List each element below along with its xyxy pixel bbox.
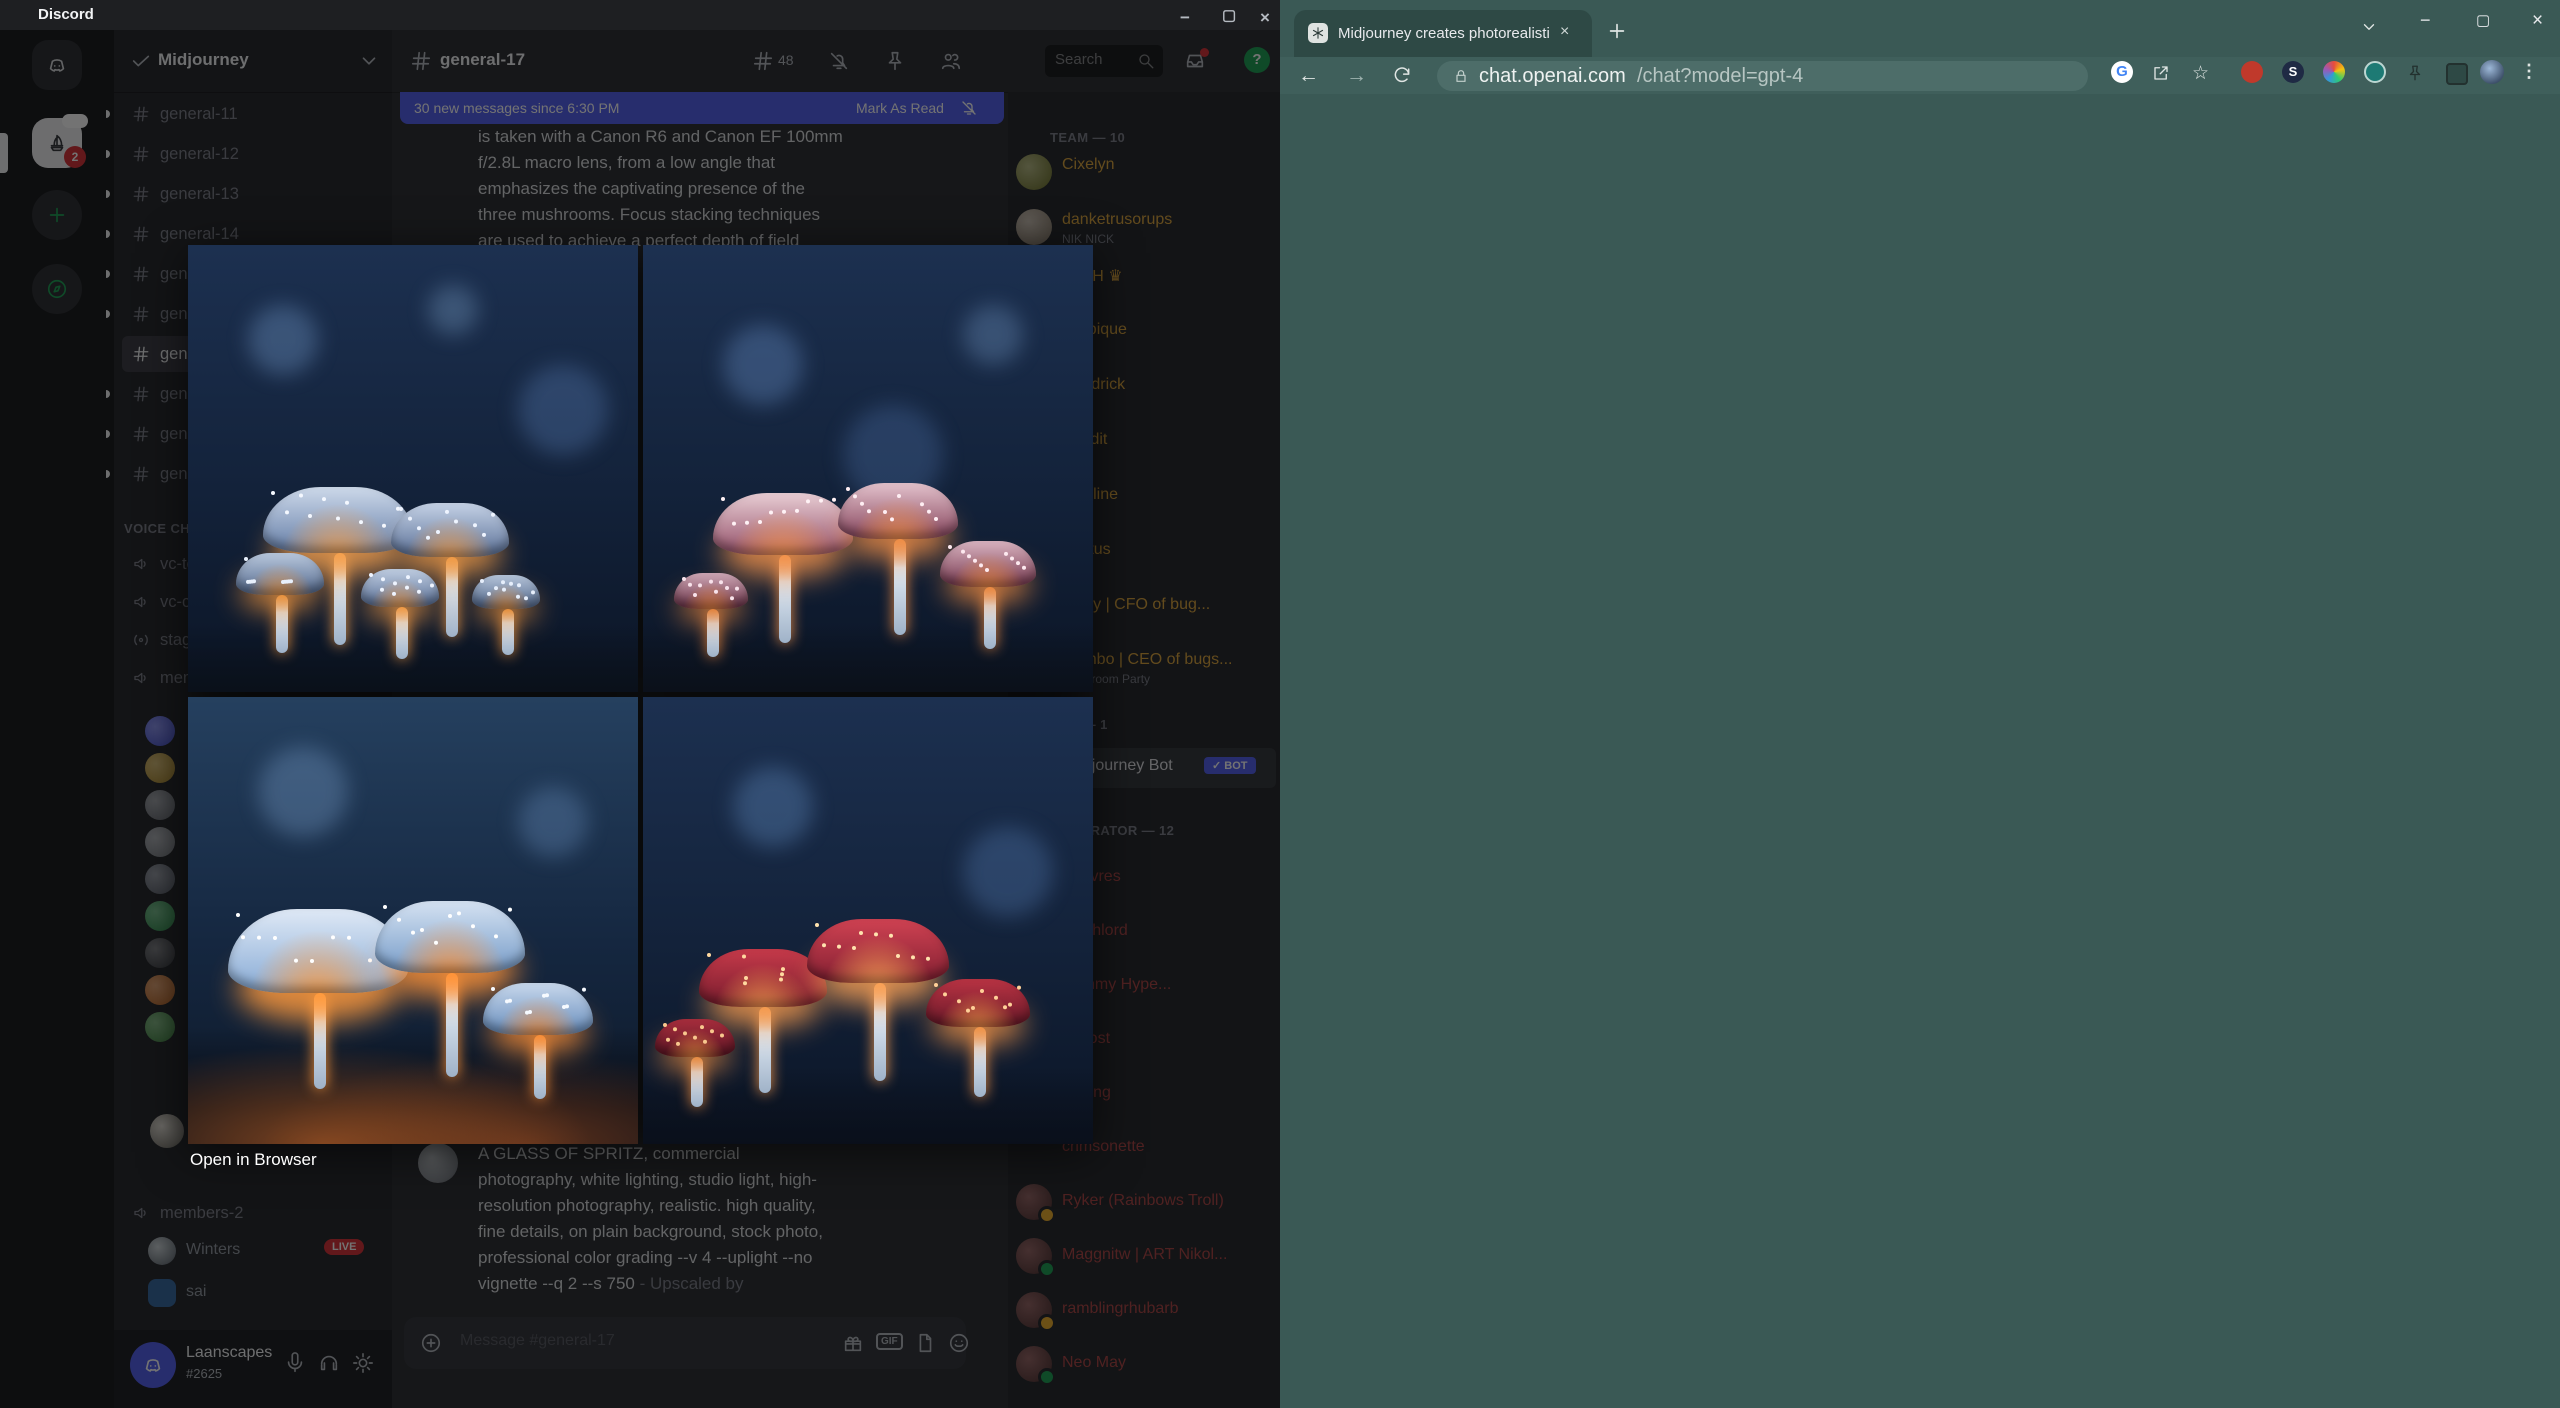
discord-title: Discord <box>38 6 94 23</box>
discord-minimize-button[interactable]: − <box>1180 3 1190 33</box>
mushroom-cap <box>236 553 324 595</box>
new-tab-button[interactable] <box>1606 20 1628 42</box>
mushroom-cap <box>483 983 593 1035</box>
url-path: /chat?model=gpt-4 <box>1637 65 1804 87</box>
tab-favicon <box>1308 23 1328 43</box>
tab-close-icon[interactable]: × <box>1560 23 1569 41</box>
back-button[interactable]: ← <box>1298 64 1319 88</box>
discord-window: Discord − ▢ × 2 Midj <box>0 0 1280 1408</box>
google-icon[interactable]: G <box>2111 61 2133 83</box>
cap-dots <box>655 1019 659 1023</box>
bokeh <box>518 787 588 857</box>
mushroom-cap <box>674 573 748 609</box>
window-chevron-icon[interactable] <box>2360 18 2378 36</box>
bokeh <box>963 827 1053 917</box>
mushroom-cap <box>940 541 1036 587</box>
bokeh <box>248 305 318 375</box>
image-preview-modal <box>188 245 1093 1144</box>
mushroom-image-1[interactable] <box>188 245 638 692</box>
address-bar[interactable]: chat.openai.com /chat?model=gpt-4 <box>1437 61 2088 91</box>
mushroom-cap <box>807 919 949 983</box>
extension-icon-teal[interactable] <box>2364 61 2386 83</box>
browser-tab[interactable]: Midjourney creates photorealisti × <box>1294 10 1592 57</box>
screen: Discord − ▢ × 2 Midj <box>0 0 2560 1408</box>
browser-close-button[interactable]: × <box>2532 10 2543 32</box>
cap-dots <box>375 901 379 905</box>
reload-button[interactable] <box>1392 65 1412 85</box>
cap-dots <box>674 573 678 577</box>
forest-floor <box>643 1067 1093 1144</box>
cap-dots <box>713 493 717 497</box>
mushroom-cap <box>361 569 439 607</box>
cap-dots <box>838 483 842 487</box>
mushroom-image-4[interactable] <box>643 697 1093 1144</box>
tab-title: Midjourney creates photorealisti <box>1338 25 1550 42</box>
url-host: chat.openai.com <box>1479 65 1626 87</box>
cap-dots <box>391 503 395 507</box>
bokeh <box>963 305 1023 365</box>
share-icon[interactable] <box>2152 64 2170 82</box>
extension-icon-colorwheel[interactable] <box>2323 61 2345 83</box>
open-in-browser-link[interactable]: Open in Browser <box>190 1150 317 1170</box>
cap-dots <box>236 553 240 557</box>
bokeh <box>733 767 813 847</box>
mushroom-cap <box>391 503 509 557</box>
mushroom-cap <box>472 575 540 609</box>
discord-close-button[interactable]: × <box>1260 3 1270 33</box>
browser-minimize-button[interactable]: − <box>2420 10 2431 31</box>
profile-avatar[interactable] <box>2480 60 2504 84</box>
mushroom-image-3[interactable] <box>188 697 638 1144</box>
bokeh <box>518 365 608 455</box>
cap-dots <box>699 949 703 953</box>
cap-dots <box>263 487 267 491</box>
browser-toolbar: ← → chat.openai.com /chat?model=gpt-4 G … <box>1280 57 2560 94</box>
forward-button[interactable]: → <box>1346 64 1367 88</box>
cap-dots <box>228 909 232 913</box>
bokeh <box>258 747 348 837</box>
bokeh <box>428 285 478 335</box>
lock-icon <box>1453 68 1469 84</box>
extensions-pin-icon[interactable] <box>2406 64 2424 82</box>
bokeh <box>723 325 803 405</box>
mushroom-cap <box>655 1019 735 1057</box>
cap-dots <box>361 569 365 573</box>
discord-titlebar: Discord − ▢ × <box>0 0 1280 30</box>
browser-restore-button[interactable]: ▢ <box>2476 11 2490 29</box>
cap-dots <box>926 979 930 983</box>
bookmark-star-icon[interactable]: ☆ <box>2192 62 2209 85</box>
cap-dots <box>807 919 811 923</box>
extension-icon-red[interactable] <box>2241 61 2263 83</box>
cap-dots <box>940 541 944 545</box>
extension-icon-s[interactable]: S <box>2282 61 2304 83</box>
mushroom-cap <box>375 901 525 973</box>
extension-icon-box[interactable] <box>2446 63 2468 85</box>
mushroom-cap <box>713 493 853 555</box>
forest-floor <box>188 625 638 692</box>
browser-window: Midjourney creates photorealisti × − ▢ ×… <box>1280 0 2560 1408</box>
mushroom-cap <box>838 483 958 539</box>
cap-dots <box>483 983 487 987</box>
discord-restore-button[interactable]: ▢ <box>1222 1 1236 31</box>
mushroom-image-2[interactable] <box>643 245 1093 692</box>
kebab-menu-icon[interactable]: ⋮ <box>2520 61 2538 82</box>
cap-dots <box>472 575 476 579</box>
mushroom-cap <box>926 979 1030 1027</box>
